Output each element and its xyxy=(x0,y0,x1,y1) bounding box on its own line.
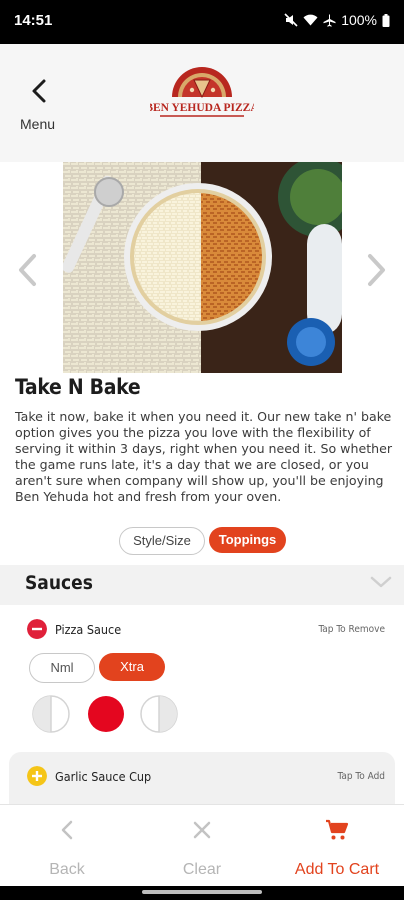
chevron-left-icon xyxy=(32,79,46,103)
sauces-section-header[interactable]: Sauces xyxy=(0,565,404,605)
back-to-menu-label: Menu xyxy=(20,116,56,132)
pizza-sauce-option: Pizza Sauce Tap To Remove Nml Xtra xyxy=(0,605,404,747)
carousel-next-button[interactable] xyxy=(360,250,392,290)
status-time: 14:51 xyxy=(14,12,53,29)
pizza-slice-logo-icon: BEN YEHUDA PIZZA xyxy=(145,67,259,117)
cart-icon xyxy=(326,819,349,840)
right-half-icon xyxy=(140,695,178,733)
pizza-sauce-label: Pizza Sauce xyxy=(55,622,122,637)
back-button[interactable]: Back xyxy=(0,805,134,887)
clear-button[interactable]: Clear xyxy=(135,805,269,887)
add-to-cart-label: Add To Cart xyxy=(294,861,380,878)
item-title: Take N Bake xyxy=(15,375,141,399)
garlic-sauce-cup-label: Garlic Sauce Cup xyxy=(55,769,152,784)
add-to-cart-button[interactable]: Add To Cart xyxy=(270,805,404,887)
battery-icon xyxy=(382,13,390,27)
sauces-title: Sauces xyxy=(25,572,93,594)
status-icons: 100% xyxy=(284,12,390,28)
tab-style-size[interactable]: Style/Size xyxy=(119,527,205,555)
whole-portion-button[interactable] xyxy=(87,695,125,733)
back-to-menu-button[interactable]: Menu xyxy=(16,74,68,134)
close-icon xyxy=(193,821,211,839)
back-label: Back xyxy=(49,861,85,878)
home-indicator[interactable] xyxy=(142,890,262,894)
status-bar: 14:51 100% xyxy=(0,0,404,44)
bottom-action-bar: Back Clear Add To Cart xyxy=(0,804,404,887)
remove-icon xyxy=(27,619,47,639)
left-half-icon xyxy=(32,695,70,733)
tab-toppings[interactable]: Toppings xyxy=(209,527,286,553)
item-description: Take it now, bake it when you need it. O… xyxy=(15,409,393,504)
mute-icon xyxy=(284,13,298,27)
left-half-portion-button[interactable] xyxy=(32,695,70,733)
tap-to-add-hint: Tap To Add xyxy=(337,771,385,782)
chevron-right-icon xyxy=(368,254,385,286)
logo-wordmark: BEN YEHUDA PIZZA xyxy=(150,102,254,114)
header: Menu BEN YEHUDA PIZZA xyxy=(0,44,404,162)
right-half-portion-button[interactable] xyxy=(140,695,178,733)
whole-circle-icon xyxy=(88,696,124,732)
add-icon xyxy=(27,766,47,786)
amount-normal-button[interactable]: Nml xyxy=(29,653,95,683)
tap-to-remove-hint: Tap To Remove xyxy=(318,624,385,635)
pizza-sauce-toggle[interactable]: Pizza Sauce Tap To Remove xyxy=(0,605,404,645)
ben-yehuda-pizza-logo: BEN YEHUDA PIZZA xyxy=(145,66,259,128)
carousel-prev-button[interactable] xyxy=(12,250,44,290)
clear-label: Clear xyxy=(182,861,222,878)
amount-extra-button[interactable]: Xtra xyxy=(99,653,165,681)
garlic-sauce-cup-option[interactable]: Garlic Sauce Cup Tap To Add xyxy=(9,752,395,804)
take-n-bake-pizza-image xyxy=(63,162,342,373)
chevron-left-icon xyxy=(61,820,73,840)
wifi-icon xyxy=(303,14,318,26)
chevron-down-icon xyxy=(370,576,392,588)
chevron-left-icon xyxy=(19,254,36,286)
battery-percent: 100% xyxy=(341,12,377,28)
airplane-icon xyxy=(323,14,336,27)
pizza-photo xyxy=(63,162,342,373)
